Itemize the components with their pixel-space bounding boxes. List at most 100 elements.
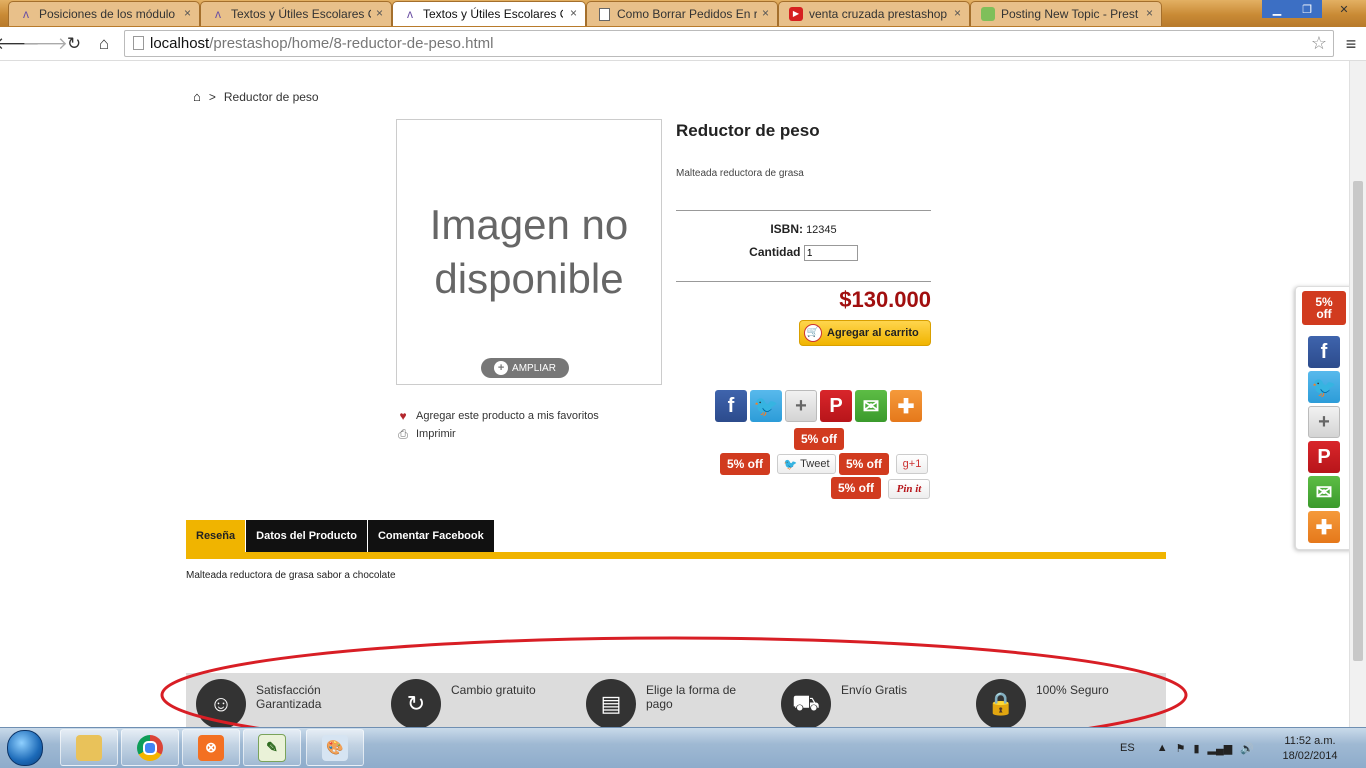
- print-link[interactable]: ⎙ Imprimir: [396, 428, 456, 440]
- google-plus-share-icon[interactable]: +: [1308, 406, 1340, 438]
- add-to-cart-button[interactable]: 🛒 Agregar al carrito: [799, 320, 931, 346]
- facebook-share-icon[interactable]: f: [1308, 336, 1340, 368]
- zoom-button[interactable]: + AMPLIAR: [481, 358, 569, 378]
- volume-icon[interactable]: 🔊: [1240, 742, 1254, 755]
- gplus-one-button[interactable]: g+1: [896, 454, 928, 474]
- tab-content: Malteada reductora de grasa sabor a choc…: [186, 570, 396, 581]
- product-price: $130.000: [839, 287, 931, 312]
- lock-icon: 🔒: [976, 679, 1026, 727]
- smiley-icon: ☺: [196, 679, 246, 727]
- pin-it-button[interactable]: Pin it: [888, 479, 930, 499]
- address-bar[interactable]: localhost/prestashop/home/8-reductor-de-…: [124, 30, 1334, 57]
- notepad-icon: ✎: [258, 733, 286, 762]
- browser-tab-active[interactable]: ʌ Textos y Útiles Escolares O ×: [392, 1, 586, 26]
- close-icon[interactable]: ×: [954, 6, 961, 20]
- notepad-taskbar-button[interactable]: ✎: [243, 729, 301, 766]
- more-share-icon[interactable]: ✚: [890, 390, 922, 422]
- close-icon[interactable]: ×: [570, 6, 577, 20]
- close-icon[interactable]: ×: [376, 6, 383, 20]
- twitter-share-icon[interactable]: 🐦: [1308, 371, 1340, 403]
- product-short-description: Malteada reductora de grasa: [676, 168, 804, 179]
- zoom-icon: +: [494, 361, 509, 375]
- cart-icon: 🛒: [804, 324, 822, 342]
- taskbar: ⊗ ✎ 🎨 ES ▲ ⚑ ▮ ▂▄▆ 🔊 11:52 a.m. 18/02/20…: [0, 727, 1366, 768]
- prestashop-icon: ʌ: [407, 7, 413, 21]
- xampp-taskbar-button[interactable]: ⊗: [182, 729, 240, 766]
- close-icon[interactable]: ×: [184, 6, 191, 20]
- divider: [676, 210, 931, 211]
- quantity-label: Cantidad: [749, 245, 801, 260]
- browser-tab[interactable]: ʌ Textos y Útiles Escolares O ×: [200, 1, 392, 26]
- minimize-icon[interactable]: ▁: [1262, 0, 1292, 18]
- home-icon[interactable]: ⌂: [193, 89, 201, 104]
- clock-time: 11:52 a.m.: [1284, 735, 1336, 747]
- more-share-icon[interactable]: ✚: [1308, 511, 1340, 543]
- reassurance-item: ☺ Satisfacción Garantizada: [196, 679, 356, 727]
- prestashop-icon: ʌ: [215, 7, 221, 21]
- google-plus-share-icon[interactable]: +: [785, 390, 817, 422]
- restore-icon[interactable]: ❐: [1292, 0, 1322, 18]
- forum-icon: [981, 7, 995, 21]
- folder-icon: [76, 734, 102, 761]
- power-icon[interactable]: ▮: [1193, 742, 1199, 755]
- quantity-input[interactable]: [803, 245, 858, 261]
- browser-tab[interactable]: Como Borrar Pedidos En r ×: [586, 1, 778, 26]
- chrome-taskbar-button[interactable]: [121, 729, 179, 766]
- reassurance-item: ▤ Elige la forma de pago: [586, 679, 746, 727]
- scrollbar-thumb[interactable]: [1353, 181, 1363, 661]
- system-tray: ES ▲ ⚑ ▮ ▂▄▆ 🔊: [1120, 728, 1254, 768]
- explorer-taskbar-button[interactable]: [60, 729, 118, 766]
- email-share-icon[interactable]: ✉: [855, 390, 887, 422]
- breadcrumb-current: Reductor de peso: [223, 89, 319, 104]
- xampp-icon: ⊗: [198, 734, 224, 761]
- windows-logo-icon: [7, 730, 43, 766]
- isbn-row: ISBN: 12345: [676, 222, 931, 236]
- url-text[interactable]: localhost/prestashop/home/8-reductor-de-…: [150, 35, 494, 52]
- reload-icon[interactable]: ↻: [63, 33, 85, 55]
- email-share-icon[interactable]: ✉: [1308, 476, 1340, 508]
- menu-icon[interactable]: ≡: [1340, 33, 1362, 55]
- twitter-bird-icon: 🐦: [783, 458, 798, 471]
- browser-tab[interactable]: Posting New Topic - Prest ×: [970, 1, 1162, 26]
- vertical-scrollbar[interactable]: [1349, 61, 1366, 727]
- paint-palette-icon: 🎨: [322, 734, 348, 761]
- show-hidden-icons-icon[interactable]: ▲: [1157, 742, 1168, 754]
- close-icon[interactable]: ×: [1146, 6, 1153, 20]
- browser-tab[interactable]: ▶ venta cruzada prestashop ×: [778, 1, 970, 26]
- close-icon[interactable]: ×: [762, 6, 769, 20]
- home-icon[interactable]: ⌂: [93, 33, 115, 55]
- breadcrumb-separator: >: [208, 89, 216, 104]
- discount-badge: 5% off: [839, 453, 889, 475]
- quantity-row: Cantidad: [676, 245, 931, 261]
- facebook-share-icon[interactable]: f: [715, 390, 747, 422]
- start-button[interactable]: [4, 729, 46, 767]
- browser-tab[interactable]: ʌ Posiciones de los módulo ×: [8, 1, 200, 26]
- browser-toolbar: 🡐 🡒 ↻ ⌂ localhost/prestashop/home/8-redu…: [0, 27, 1366, 61]
- document-icon: [599, 8, 610, 21]
- bookmark-star-icon[interactable]: ☆: [1311, 33, 1327, 54]
- product-image[interactable]: Imagen no disponible + AMPLIAR: [396, 119, 662, 385]
- network-signal-icon[interactable]: ▂▄▆: [1208, 742, 1233, 755]
- reassurance-strip: ☺ Satisfacción Garantizada ↻ Cambio grat…: [186, 673, 1166, 727]
- pinterest-share-icon[interactable]: P: [820, 390, 852, 422]
- image-placeholder-text: Imagen no disponible: [429, 201, 629, 302]
- paint-taskbar-button[interactable]: 🎨: [306, 729, 364, 766]
- forward-icon[interactable]: 🡒: [22, 33, 68, 55]
- tab-review[interactable]: Reseña: [186, 520, 246, 552]
- pinterest-share-icon[interactable]: P: [1308, 441, 1340, 473]
- tab-product-data[interactable]: Datos del Producto: [246, 520, 367, 552]
- wishlist-link[interactable]: ♥ Agregar este producto a mis favoritos: [396, 409, 598, 423]
- language-indicator[interactable]: ES: [1120, 742, 1135, 754]
- reassurance-item: ↻ Cambio gratuito: [391, 679, 551, 727]
- action-center-flag-icon[interactable]: ⚑: [1176, 742, 1186, 755]
- heart-icon: ♥: [399, 409, 407, 423]
- clock-date: 18/02/2014: [1282, 750, 1338, 762]
- breadcrumb: ⌂ > Reductor de peso: [193, 89, 319, 104]
- close-window-icon[interactable]: ✕: [1322, 0, 1366, 18]
- tweet-button[interactable]: 🐦 Tweet: [777, 454, 836, 474]
- tab-facebook-comments[interactable]: Comentar Facebook: [367, 520, 494, 552]
- browser-tab-bar: ʌ Posiciones de los módulo × ʌ Textos y …: [0, 0, 1366, 27]
- tab-underline: [186, 552, 1166, 559]
- taskbar-clock[interactable]: 11:52 a.m. 18/02/2014: [1270, 734, 1350, 764]
- twitter-share-icon[interactable]: 🐦: [750, 390, 782, 422]
